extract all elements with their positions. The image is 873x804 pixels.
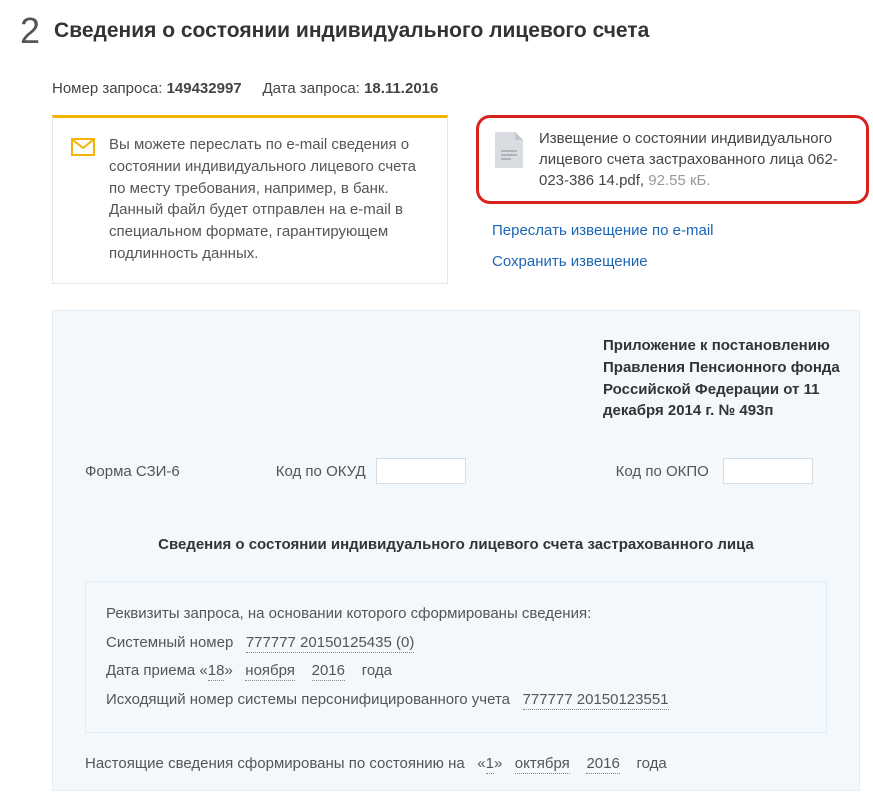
- file-description: Извещение о состоянии индивидуального ли…: [539, 128, 850, 191]
- request-meta: Номер запроса: 149432997 Дата запроса: 1…: [0, 80, 873, 97]
- file-size: 92.55 кБ.: [648, 172, 710, 189]
- request-intro: Реквизиты запроса, на основании которого…: [106, 600, 806, 629]
- status-day: 1: [486, 755, 494, 774]
- accept-date-label: Дата приема: [106, 662, 195, 679]
- status-year: 2016: [586, 755, 619, 774]
- form-codes-row: Форма СЗИ-6 Код по ОКУД Код по ОКПО: [85, 458, 827, 484]
- status-prefix: Настоящие сведения сформированы по состо…: [85, 755, 465, 772]
- info-card: Вы можете переслать по e-mail сведения о…: [52, 115, 448, 284]
- step-number: 2: [20, 10, 40, 52]
- request-number-value: 149432997: [167, 80, 242, 97]
- outgoing-number-value: 777777 20150123551: [523, 691, 669, 710]
- document-panel: Приложение к постановлению Правления Пен…: [52, 310, 860, 791]
- document-icon: [493, 130, 525, 170]
- accept-year-suffix: года: [362, 662, 392, 679]
- request-number-label: Номер запроса:: [52, 80, 162, 97]
- request-date-label: Дата запроса:: [263, 80, 360, 97]
- okpo-field[interactable]: [723, 458, 813, 484]
- status-suffix: года: [637, 755, 667, 772]
- mail-icon: [71, 138, 95, 156]
- file-attachment[interactable]: Извещение о состоянии индивидуального ли…: [476, 115, 869, 204]
- system-number-label: Системный номер: [106, 634, 233, 651]
- okud-field[interactable]: [376, 458, 466, 484]
- accept-year: 2016: [312, 662, 345, 681]
- status-line: Настоящие сведения сформированы по состо…: [85, 755, 827, 772]
- okpo-label: Код по ОКПО: [616, 463, 709, 480]
- okud-label: Код по ОКУД: [276, 463, 366, 480]
- system-number-value: 777777 20150125435 (0): [246, 634, 415, 653]
- status-month: октября: [515, 755, 570, 774]
- regulation-note: Приложение к постановлению Правления Пен…: [603, 335, 855, 422]
- save-notice-link[interactable]: Сохранить извещение: [492, 253, 648, 270]
- forward-email-link[interactable]: Переслать извещение по e-mail: [492, 222, 713, 239]
- info-card-text: Вы можете переслать по e-mail сведения о…: [109, 134, 429, 265]
- request-date-value: 18.11.2016: [364, 80, 438, 97]
- request-details-box: Реквизиты запроса, на основании которого…: [85, 581, 827, 733]
- accept-month: ноября: [245, 662, 295, 681]
- form-label: Форма СЗИ-6: [85, 463, 180, 480]
- page-title: Сведения о состоянии индивидуального лиц…: [54, 19, 649, 43]
- document-title: Сведения о состоянии индивидуального лиц…: [85, 536, 827, 553]
- accept-day: 18: [208, 662, 225, 681]
- outgoing-number-label: Исходящий номер системы персонифицирован…: [106, 691, 510, 708]
